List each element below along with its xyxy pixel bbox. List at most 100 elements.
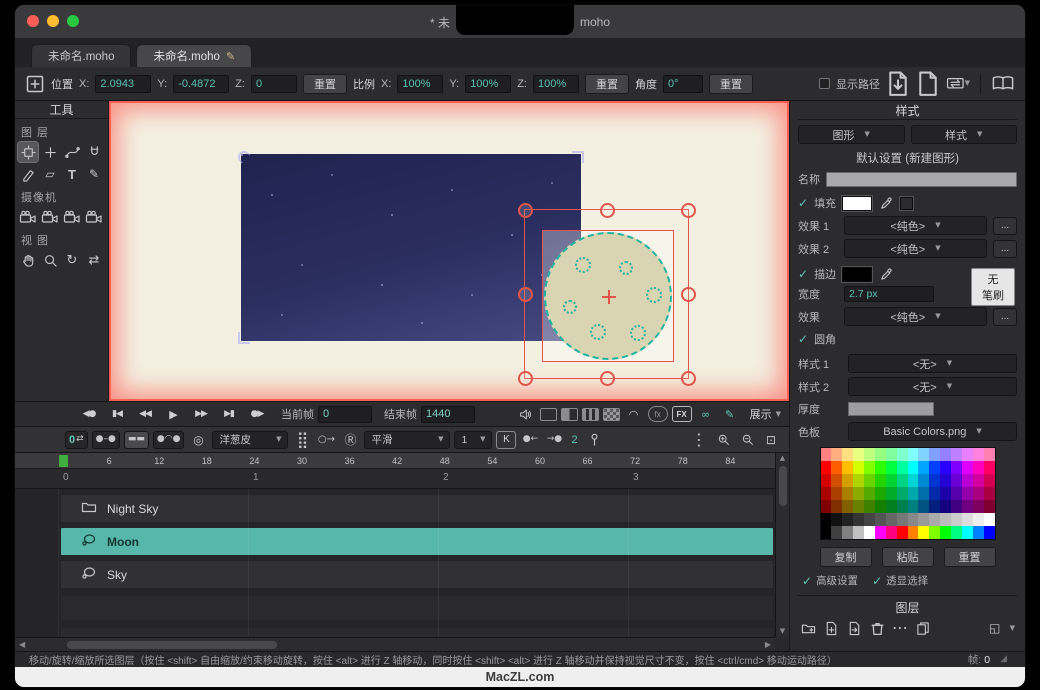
swatches-dropdown[interactable]: Basic Colors.png [848,422,1017,441]
palette-color[interactable] [875,487,886,500]
palette-color[interactable] [842,513,853,526]
tool-follow-path[interactable] [62,142,82,162]
palette-color[interactable] [984,513,995,526]
palette-color[interactable] [984,448,995,461]
position-x-input[interactable] [95,75,151,93]
eyedropper-icon[interactable] [878,266,894,282]
edit-mode-pencil-icon[interactable] [720,409,740,420]
palette-color[interactable] [875,526,886,539]
prev-keyframe-button[interactable] [77,405,101,423]
timeline-horizontal-scrollbar[interactable] [15,637,775,651]
more-layer-options-button[interactable] [892,620,908,636]
palette-color[interactable] [951,474,962,487]
transform-handle-nw[interactable] [518,203,533,218]
palette-color[interactable] [940,487,951,500]
stroke-effect-more-button[interactable]: ... [993,308,1017,326]
palette-color[interactable] [918,526,929,539]
copy-style-button[interactable]: 复制 [820,547,872,567]
canvas-viewport[interactable] [109,101,789,401]
palette-color[interactable] [973,448,984,461]
palette-color[interactable] [973,461,984,474]
second-ruler[interactable]: 0123 [15,469,775,489]
transform-handle-e[interactable] [681,287,696,302]
palette-color[interactable] [940,461,951,474]
transform-handle-ne[interactable] [681,203,696,218]
palette-color[interactable] [940,474,951,487]
palette-color[interactable] [821,474,832,487]
palette-color[interactable] [951,500,962,513]
duplicate-layer-button[interactable] [846,620,862,636]
palette-color[interactable] [831,474,842,487]
palette-color[interactable] [929,526,940,539]
display-quality-wireframe-button[interactable] [540,408,557,421]
current-frame-input[interactable] [318,406,372,423]
delete-layer-button[interactable] [869,620,885,636]
transform-handle-sw[interactable] [518,371,533,386]
palette-color[interactable] [908,461,919,474]
scroll-right-arrow[interactable] [765,641,771,649]
fill-color-swatch[interactable] [842,196,872,211]
palette-color[interactable] [951,513,962,526]
paste-style-button[interactable]: 粘贴 [882,547,934,567]
display-quality-half-button[interactable] [561,408,578,421]
new-folder-button[interactable] [800,620,816,636]
palette-color[interactable] [886,513,897,526]
palette-color[interactable] [908,448,919,461]
channel-dropdown[interactable]: 1 [454,431,492,449]
palette-color[interactable] [929,474,940,487]
palette-color[interactable] [886,474,897,487]
timeline-options-icon[interactable] [689,431,709,449]
transform-handle-se[interactable] [681,371,696,386]
scale-x-input[interactable] [397,75,443,93]
end-frame-input[interactable] [421,406,475,423]
add-keyframe-button[interactable]: K [496,431,516,449]
effect2-dropdown[interactable]: <纯色> [844,239,987,258]
copy-layer-button[interactable] [915,620,931,636]
timeline-zoom-out-button[interactable] [737,431,757,449]
palette-color[interactable] [908,487,919,500]
palette-color[interactable] [821,448,832,461]
tool-pan-tilt-camera[interactable] [84,207,104,227]
swap-transform-dropdown[interactable] [946,74,970,94]
palette-color[interactable] [984,461,995,474]
palette-color[interactable] [864,500,875,513]
tab-document-1[interactable]: 未命名.moho [31,44,131,67]
tool-add-point[interactable] [40,142,60,162]
timeline-vertical-scrollbar[interactable] [775,453,789,637]
onion-skin-toggle-icon[interactable] [188,431,208,449]
palette-color[interactable] [864,526,875,539]
palette-color[interactable] [929,487,940,500]
keyframe-curve-button[interactable] [153,431,185,449]
angle-input[interactable] [663,75,703,93]
palette-color[interactable] [908,500,919,513]
palette-color[interactable] [821,500,832,513]
style1-dropdown[interactable]: <无> [848,354,1017,373]
effect1-dropdown[interactable]: <纯色> [844,216,987,235]
palette-color[interactable] [853,461,864,474]
next-key-nav-button[interactable] [544,431,564,449]
thickness-input[interactable] [848,402,934,416]
palette-color[interactable] [831,500,842,513]
tool-roll-camera[interactable] [62,207,82,227]
tool-zoom-camera[interactable] [40,207,60,227]
palette-color[interactable] [864,513,875,526]
palette-color[interactable] [875,513,886,526]
palette-color[interactable] [951,487,962,500]
palette-color[interactable] [886,448,897,461]
dot-grid-button[interactable] [292,431,312,449]
tool-track-camera[interactable] [18,207,38,227]
frame-zero-button[interactable]: 0 [65,431,88,449]
palette-color[interactable] [908,526,919,539]
palette-color[interactable] [842,474,853,487]
scale-y-input[interactable] [465,75,511,93]
palette-color[interactable] [864,461,875,474]
no-brush-button[interactable]: 无 笔刷 [971,268,1015,306]
transform-selection-box[interactable] [524,209,689,379]
scroll-left-arrow[interactable] [19,641,25,649]
palette-color[interactable] [918,513,929,526]
palette-color[interactable] [951,461,962,474]
palette-color[interactable] [929,513,940,526]
show-path-checkbox[interactable] [819,78,830,89]
palette-color[interactable] [929,461,940,474]
effect1-more-button[interactable]: ... [993,217,1017,235]
